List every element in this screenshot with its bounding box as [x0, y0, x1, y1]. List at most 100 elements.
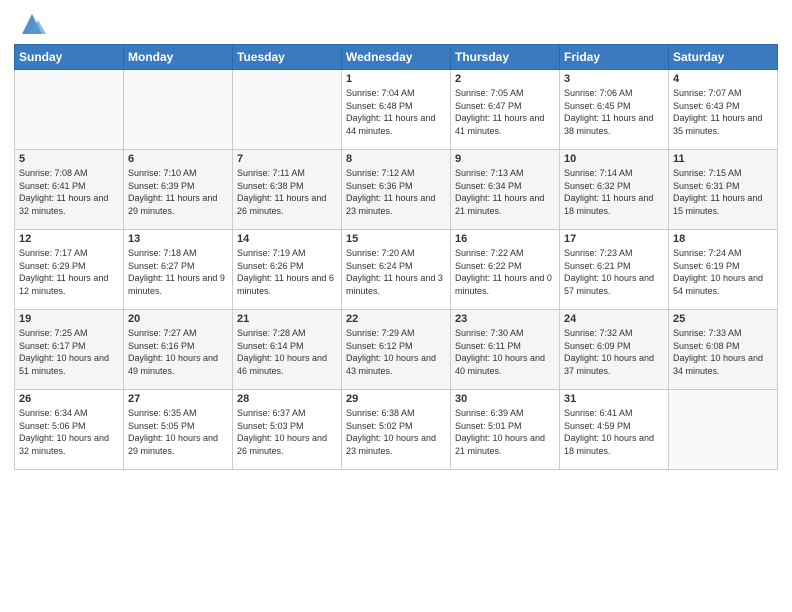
day-info: Sunrise: 7:24 AMSunset: 6:19 PMDaylight:… — [673, 247, 773, 297]
day-info: Sunrise: 6:41 AMSunset: 4:59 PMDaylight:… — [564, 407, 664, 457]
calendar-cell: 20 Sunrise: 7:27 AMSunset: 6:16 PMDayligh… — [124, 310, 233, 390]
calendar-table: SundayMondayTuesdayWednesdayThursdayFrid… — [14, 44, 778, 470]
calendar-cell: 13 Sunrise: 7:18 AMSunset: 6:27 PMDayligh… — [124, 230, 233, 310]
calendar-cell — [669, 390, 778, 470]
calendar-cell: 12 Sunrise: 7:17 AMSunset: 6:29 PMDayligh… — [15, 230, 124, 310]
day-number: 24 — [564, 313, 664, 325]
day-info: Sunrise: 7:29 AMSunset: 6:12 PMDaylight:… — [346, 327, 446, 377]
calendar-cell: 23Sunrise: 7:30 AMSunset: 6:11 PMDayligh… — [451, 310, 560, 390]
day-info: Sunrise: 7:18 AMSunset: 6:27 PMDaylight:… — [128, 247, 228, 297]
calendar-cell: 21Sunrise: 7:28 AMSunset: 6:14 PMDayligh… — [233, 310, 342, 390]
calendar-cell: 17 Sunrise: 7:23 AMSunset: 6:21 PMDayligh… — [560, 230, 669, 310]
day-info: Sunrise: 7:32 AMSunset: 6:09 PMDaylight:… — [564, 327, 664, 377]
day-info: Sunrise: 6:35 AMSunset: 5:05 PMDaylight:… — [128, 407, 228, 457]
day-info: Sunrise: 7:08 AMSunset: 6:41 PMDaylight:… — [19, 167, 119, 217]
day-info: Sunrise: 7:23 AMSunset: 6:21 PMDaylight:… — [564, 247, 664, 297]
header — [14, 10, 778, 38]
day-number: 26 — [19, 393, 119, 405]
day-info: Sunrise: 7:27 AMSunset: 6:16 PMDaylight:… — [128, 327, 228, 377]
day-number: 5 — [19, 153, 119, 165]
day-number: 4 — [673, 73, 773, 85]
calendar-cell: 6Sunrise: 7:10 AMSunset: 6:39 PMDaylight… — [124, 150, 233, 230]
calendar-cell: 2Sunrise: 7:05 AMSunset: 6:47 PMDaylight… — [451, 70, 560, 150]
weekday-header-monday: Monday — [124, 45, 233, 70]
day-number: 27 — [128, 393, 228, 405]
day-number: 7 — [237, 153, 337, 165]
page-container: SundayMondayTuesdayWednesdayThursdayFrid… — [0, 0, 792, 612]
day-info: Sunrise: 7:06 AMSunset: 6:45 PMDaylight:… — [564, 87, 664, 137]
day-number: 11 — [673, 153, 773, 165]
calendar-week-row: 26 Sunrise: 6:34 AMSunset: 5:06 PMDayligh… — [15, 390, 778, 470]
calendar-cell: 28 Sunrise: 6:37 AMSunset: 5:03 PMDayligh… — [233, 390, 342, 470]
weekday-header-sunday: Sunday — [15, 45, 124, 70]
day-number: 17 — [564, 233, 664, 245]
calendar-cell: 5 Sunrise: 7:08 AMSunset: 6:41 PMDaylight… — [15, 150, 124, 230]
weekday-header-wednesday: Wednesday — [342, 45, 451, 70]
day-number: 20 — [128, 313, 228, 325]
day-info: Sunrise: 7:17 AMSunset: 6:29 PMDaylight:… — [19, 247, 119, 297]
day-info: Sunrise: 7:11 AMSunset: 6:38 PMDaylight:… — [237, 167, 337, 217]
calendar-cell: 1 Sunrise: 7:04 AMSunset: 6:48 PMDaylight… — [342, 70, 451, 150]
day-number: 18 — [673, 233, 773, 245]
day-info: Sunrise: 7:04 AMSunset: 6:48 PMDaylight:… — [346, 87, 446, 137]
calendar-cell — [233, 70, 342, 150]
day-number: 1 — [346, 73, 446, 85]
day-number: 25 — [673, 313, 773, 325]
day-number: 9 — [455, 153, 555, 165]
calendar-cell: 4 Sunrise: 7:07 AMSunset: 6:43 PMDaylight… — [669, 70, 778, 150]
day-info: Sunrise: 7:12 AMSunset: 6:36 PMDaylight:… — [346, 167, 446, 217]
day-number: 10 — [564, 153, 664, 165]
day-info: Sunrise: 7:15 AMSunset: 6:31 PMDaylight:… — [673, 167, 773, 217]
day-number: 29 — [346, 393, 446, 405]
day-info: Sunrise: 7:20 AMSunset: 6:24 PMDaylight:… — [346, 247, 446, 297]
day-info: Sunrise: 7:22 AMSunset: 6:22 PMDaylight:… — [455, 247, 555, 297]
day-info: Sunrise: 6:38 AMSunset: 5:02 PMDaylight:… — [346, 407, 446, 457]
calendar-cell: 7 Sunrise: 7:11 AMSunset: 6:38 PMDaylight… — [233, 150, 342, 230]
day-info: Sunrise: 7:30 AMSunset: 6:11 PMDaylight:… — [455, 327, 555, 377]
calendar-cell: 9Sunrise: 7:13 AMSunset: 6:34 PMDaylight… — [451, 150, 560, 230]
calendar-cell: 27 Sunrise: 6:35 AMSunset: 5:05 PMDayligh… — [124, 390, 233, 470]
day-info: Sunrise: 7:28 AMSunset: 6:14 PMDaylight:… — [237, 327, 337, 377]
day-info: Sunrise: 6:39 AMSunset: 5:01 PMDaylight:… — [455, 407, 555, 457]
calendar-cell: 18 Sunrise: 7:24 AMSunset: 6:19 PMDayligh… — [669, 230, 778, 310]
calendar-cell: 22 Sunrise: 7:29 AMSunset: 6:12 PMDayligh… — [342, 310, 451, 390]
day-number: 3 — [564, 73, 664, 85]
weekday-header-tuesday: Tuesday — [233, 45, 342, 70]
day-number: 19 — [19, 313, 119, 325]
calendar-cell: 24 Sunrise: 7:32 AMSunset: 6:09 PMDayligh… — [560, 310, 669, 390]
calendar-cell: 26 Sunrise: 6:34 AMSunset: 5:06 PMDayligh… — [15, 390, 124, 470]
day-info: Sunrise: 7:05 AMSunset: 6:47 PMDaylight:… — [455, 87, 555, 137]
day-number: 30 — [455, 393, 555, 405]
day-info: Sunrise: 7:07 AMSunset: 6:43 PMDaylight:… — [673, 87, 773, 137]
day-info: Sunrise: 7:19 AMSunset: 6:26 PMDaylight:… — [237, 247, 337, 297]
day-info: Sunrise: 7:33 AMSunset: 6:08 PMDaylight:… — [673, 327, 773, 377]
calendar-cell: 25 Sunrise: 7:33 AMSunset: 6:08 PMDayligh… — [669, 310, 778, 390]
day-info: Sunrise: 6:34 AMSunset: 5:06 PMDaylight:… — [19, 407, 119, 457]
day-number: 6 — [128, 153, 228, 165]
weekday-header-row: SundayMondayTuesdayWednesdayThursdayFrid… — [15, 45, 778, 70]
day-number: 16 — [455, 233, 555, 245]
day-number: 12 — [19, 233, 119, 245]
calendar-cell: 19 Sunrise: 7:25 AMSunset: 6:17 PMDayligh… — [15, 310, 124, 390]
weekday-header-friday: Friday — [560, 45, 669, 70]
calendar-cell — [15, 70, 124, 150]
calendar-week-row: 19 Sunrise: 7:25 AMSunset: 6:17 PMDayligh… — [15, 310, 778, 390]
day-number: 28 — [237, 393, 337, 405]
logo-icon — [18, 10, 46, 38]
day-info: Sunrise: 7:25 AMSunset: 6:17 PMDaylight:… — [19, 327, 119, 377]
day-number: 8 — [346, 153, 446, 165]
calendar-cell: 11 Sunrise: 7:15 AMSunset: 6:31 PMDayligh… — [669, 150, 778, 230]
calendar-cell: 16 Sunrise: 7:22 AMSunset: 6:22 PMDayligh… — [451, 230, 560, 310]
calendar-week-row: 1 Sunrise: 7:04 AMSunset: 6:48 PMDaylight… — [15, 70, 778, 150]
day-info: Sunrise: 6:37 AMSunset: 5:03 PMDaylight:… — [237, 407, 337, 457]
calendar-cell: 15 Sunrise: 7:20 AMSunset: 6:24 PMDayligh… — [342, 230, 451, 310]
day-number: 13 — [128, 233, 228, 245]
calendar-cell: 3 Sunrise: 7:06 AMSunset: 6:45 PMDaylight… — [560, 70, 669, 150]
logo — [14, 14, 46, 38]
day-number: 15 — [346, 233, 446, 245]
day-number: 22 — [346, 313, 446, 325]
calendar-week-row: 12 Sunrise: 7:17 AMSunset: 6:29 PMDayligh… — [15, 230, 778, 310]
calendar-week-row: 5 Sunrise: 7:08 AMSunset: 6:41 PMDaylight… — [15, 150, 778, 230]
day-number: 31 — [564, 393, 664, 405]
calendar-cell: 29 Sunrise: 6:38 AMSunset: 5:02 PMDayligh… — [342, 390, 451, 470]
